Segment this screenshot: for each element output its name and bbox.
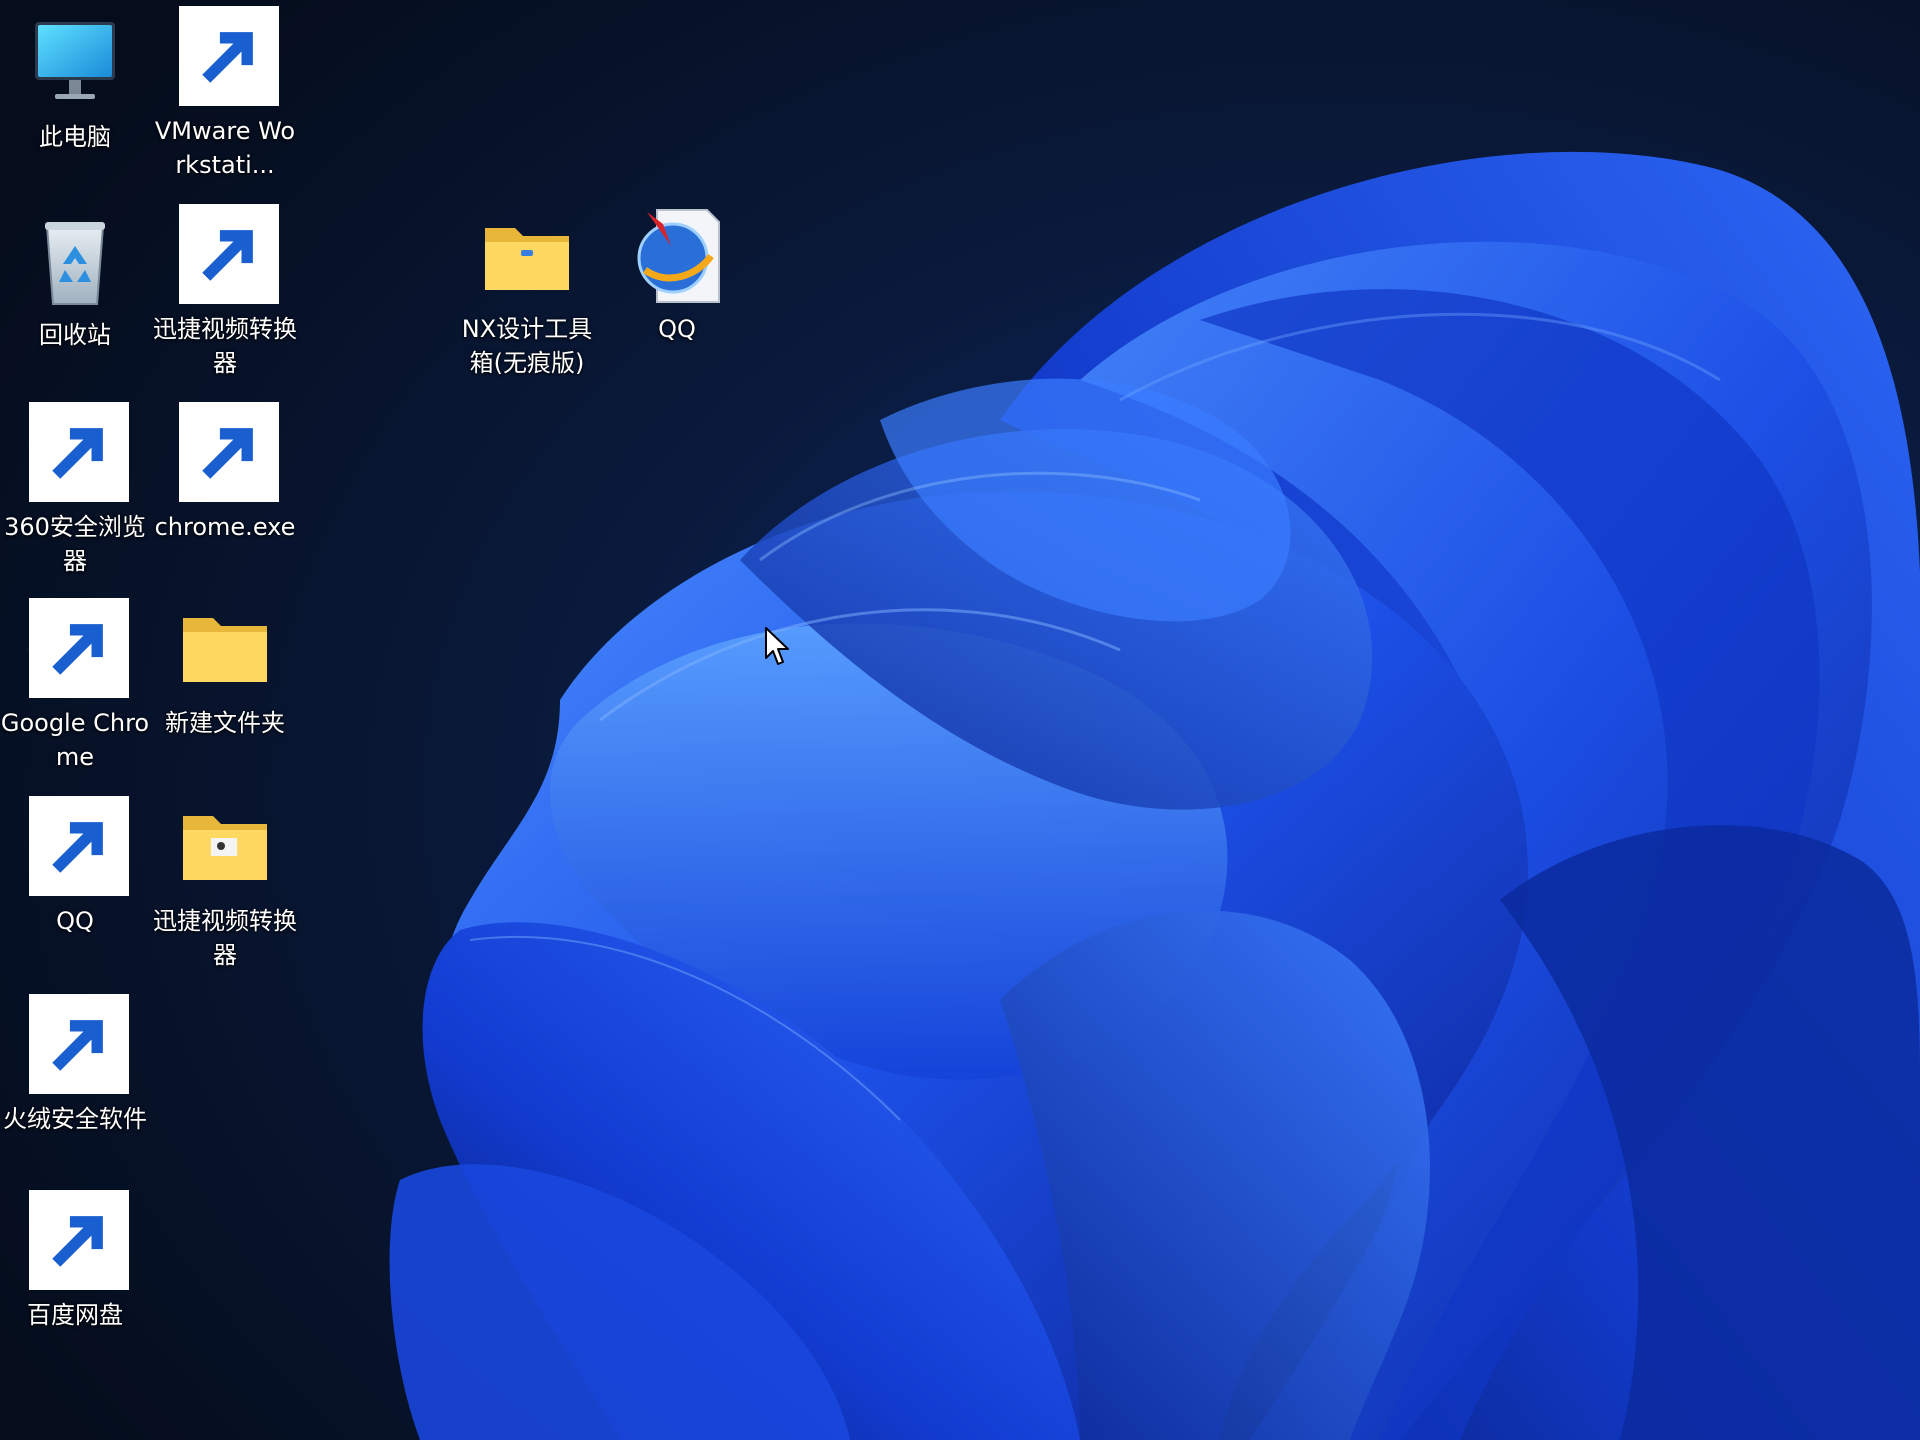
desktop-icon-chrome-exe[interactable]: chrome.exe bbox=[150, 402, 300, 544]
huorong-shield-icon bbox=[25, 994, 129, 1096]
shortcut-arrow-icon bbox=[179, 6, 279, 106]
desktop-icon-qq-file[interactable]: QQ bbox=[602, 206, 752, 346]
shortcut-arrow-icon bbox=[29, 1190, 129, 1290]
baidu-netdisk-icon bbox=[25, 1190, 129, 1292]
recycle-bin-icon bbox=[25, 212, 125, 312]
icon-label: 迅捷视频转换器 bbox=[153, 315, 297, 377]
chrome-exe-icon bbox=[175, 402, 279, 504]
qq-penguin-icon bbox=[25, 796, 129, 898]
desktop-icon-baidu-netdisk[interactable]: 百度网盘 bbox=[0, 1190, 150, 1332]
icon-label: 迅捷视频转换器 bbox=[153, 907, 297, 969]
desktop-icon-new-folder[interactable]: 新建文件夹 bbox=[150, 600, 300, 740]
desktop-icon-video-converter[interactable]: 迅捷视频转换器 bbox=[150, 204, 300, 380]
monitor-icon bbox=[25, 14, 125, 114]
icon-label: chrome.exe bbox=[154, 513, 296, 541]
icon-label: 360安全浏览器 bbox=[4, 513, 146, 575]
icon-label: QQ bbox=[56, 907, 94, 935]
shortcut-arrow-icon bbox=[29, 994, 129, 1094]
desktop-icon-360-browser[interactable]: 360安全浏览器 bbox=[0, 402, 150, 578]
shortcut-arrow-icon bbox=[179, 204, 279, 304]
vmware-icon bbox=[175, 6, 279, 108]
icon-label: Google Chrome bbox=[0, 709, 150, 771]
mouse-pointer-icon bbox=[765, 627, 789, 665]
folder-icon bbox=[175, 798, 275, 898]
google-chrome-icon bbox=[25, 598, 129, 700]
desktop-icon-qq[interactable]: QQ bbox=[0, 796, 150, 938]
desktop-icon-video-converter-folder[interactable]: 迅捷视频转换器 bbox=[150, 798, 300, 972]
folder-icon bbox=[175, 600, 275, 700]
shortcut-arrow-icon bbox=[29, 598, 129, 698]
icon-label: 新建文件夹 bbox=[165, 709, 285, 737]
desktop-icon-google-chrome[interactable]: Google Chrome bbox=[0, 598, 150, 774]
shortcut-arrow-icon bbox=[179, 402, 279, 502]
desktop-icon-recycle-bin[interactable]: 回收站 bbox=[0, 212, 150, 352]
icon-label: VMware Workstati... bbox=[154, 117, 296, 179]
desktop-icon-this-pc[interactable]: 此电脑 bbox=[0, 14, 150, 154]
desktop-icon-vmware[interactable]: VMware Workstati... bbox=[150, 6, 300, 182]
icon-label: 回收站 bbox=[39, 321, 111, 349]
360-browser-icon bbox=[25, 402, 129, 504]
shortcut-arrow-icon bbox=[29, 796, 129, 896]
icon-label: 火绒安全软件 bbox=[3, 1105, 147, 1133]
folder-icon bbox=[477, 206, 577, 306]
video-converter-icon bbox=[175, 204, 279, 306]
shortcut-arrow-icon bbox=[29, 402, 129, 502]
desktop-icon-nx-toolbox-folder[interactable]: NX设计工具箱(无痕版) bbox=[452, 206, 602, 380]
icon-label: 此电脑 bbox=[39, 123, 111, 151]
qq-globe-icon bbox=[627, 206, 727, 306]
icon-label: QQ bbox=[658, 315, 696, 343]
icon-label: NX设计工具箱(无痕版) bbox=[461, 315, 593, 377]
desktop-icon-huorong[interactable]: 火绒安全软件 bbox=[0, 994, 150, 1136]
icon-label: 百度网盘 bbox=[27, 1301, 123, 1329]
